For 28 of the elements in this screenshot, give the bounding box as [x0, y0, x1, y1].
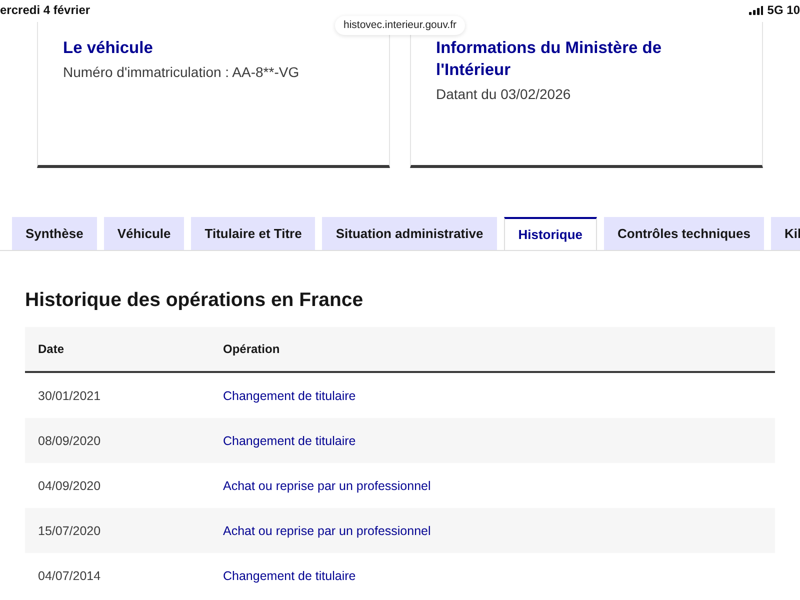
tab[interactable]: Synthèse [12, 217, 97, 250]
table-cell: Changement de titulaire [223, 434, 356, 448]
table-cell-text: 08/09/2020 [37, 434, 102, 448]
tab[interactable]: Titulaire et Titre [191, 217, 316, 250]
tab[interactable]: Situation administrative [322, 217, 497, 250]
column-header: Date [37, 342, 66, 356]
card-title: Informations du Ministère de l'Intérieur [436, 38, 663, 81]
tab[interactable]: Kil [770, 217, 800, 250]
table-cell-text: 04/07/2014 [37, 568, 102, 582]
card-text: Datant du 03/02/2026 [436, 85, 572, 104]
table-cell: Achat ou reprise par un professionnel [223, 524, 431, 538]
tab[interactable]: Véhicule [104, 217, 184, 250]
address-bar[interactable]: histovec.interieur.gouv.fr [335, 16, 465, 35]
table-cell-text: 15/07/2020 [37, 524, 102, 538]
tab[interactable]: Historique [504, 217, 598, 250]
status-date: ercredi 4 février [0, 3, 90, 17]
table-cell: Changement de titulaire [223, 568, 356, 582]
signal-bars-icon [749, 6, 764, 14]
card-title: Le véhicule [63, 38, 154, 59]
table-cell: Changement de titulaire [223, 388, 356, 402]
table-cell-text: 30/01/2021 [37, 388, 102, 402]
table-cell: Achat ou reprise par un professionnel [223, 478, 431, 492]
table-cell-text: 04/09/2020 [37, 478, 102, 492]
tab[interactable]: Contrôles techniques [604, 217, 764, 250]
section-heading: Historique des opérations en France [25, 288, 364, 313]
card-text: Numéro d'immatriculation : AA-8**-VG [63, 63, 300, 82]
column-header: Opération [223, 342, 280, 356]
network-status: 5G 10 [767, 3, 800, 17]
